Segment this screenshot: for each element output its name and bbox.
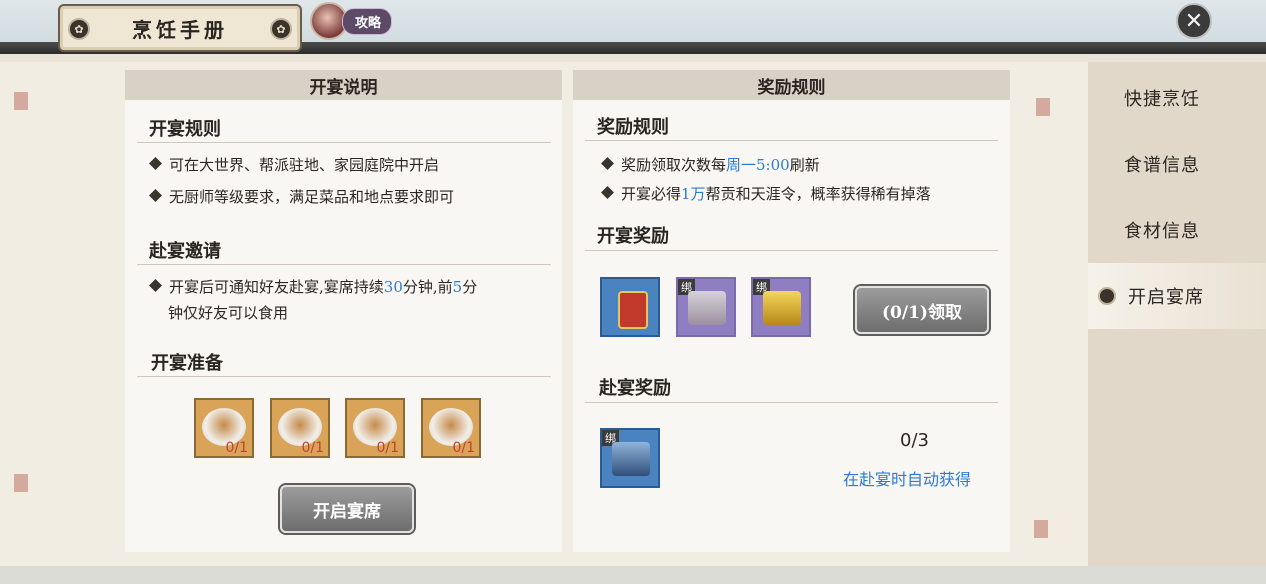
reward-item-guest-chest[interactable]: 绑 <box>600 428 660 488</box>
invite-bullet: 开宴后可通知好友赴宴,宴席持续30分钟,前5分 <box>149 276 478 297</box>
divider <box>585 140 998 141</box>
bullet-icon <box>149 189 162 202</box>
sidebar-item-banquet[interactable]: 开启宴席 <box>1088 263 1266 329</box>
dish-count: 0/1 <box>301 440 324 456</box>
sidebar-item-label: 开启宴席 <box>1128 287 1204 308</box>
dish-slot[interactable]: 0/1 <box>270 398 330 458</box>
chest-icon <box>612 442 650 476</box>
guide-button[interactable]: 攻略 <box>310 2 393 40</box>
close-icon[interactable]: ✕ <box>1176 3 1212 39</box>
gold-chest-icon <box>763 291 801 325</box>
invite-text: 分钟,前 <box>402 278 453 296</box>
page-title: 烹饪手册 <box>132 17 228 42</box>
reward-item-token[interactable] <box>600 277 660 337</box>
bullet-icon <box>601 157 614 170</box>
invite-friend-minutes: 5 <box>452 278 463 296</box>
auto-obtain-text: 在赴宴时自动获得 <box>843 470 972 489</box>
bullet-icon <box>149 279 162 292</box>
chest-icon <box>688 291 726 325</box>
banquet-info-panel: 开宴说明 开宴规则 可在大世界、帮派驻地、家园庭院中开启 无厨师等级要求，满足菜… <box>125 70 562 552</box>
panel-header: 开宴说明 <box>125 70 562 100</box>
bullet-icon <box>149 157 162 170</box>
reward-item-chest[interactable]: 绑 <box>676 277 736 337</box>
rule-bullet: 无厨师等级要求，满足菜品和地点要求即可 <box>149 186 455 207</box>
seal-stamp <box>1036 98 1050 116</box>
guest-reward-count: 0/3 <box>900 430 929 451</box>
divider <box>585 250 998 251</box>
active-dot-icon <box>1098 287 1116 305</box>
reward-rule-text: 奖励领取次数每 <box>621 156 727 174</box>
dish-count: 0/1 <box>376 440 399 456</box>
start-banquet-button[interactable]: 开启宴席 <box>280 485 414 533</box>
invite-text: 分 <box>462 278 478 296</box>
guide-label: 攻略 <box>342 7 393 35</box>
divider <box>137 376 551 377</box>
dish-slot[interactable]: 0/1 <box>421 398 481 458</box>
claim-reward-button[interactable]: (0/1)领取 <box>855 286 989 334</box>
title-plate: ✿ 烹饪手册 ✿ <box>58 4 302 52</box>
dish-count: 0/1 <box>225 440 248 456</box>
panel-header: 奖励规则 <box>573 70 1010 100</box>
section-title: 开宴奖励 <box>597 226 669 247</box>
rule-text: 可在大世界、帮派驻地、家园庭院中开启 <box>169 156 440 174</box>
section-title: 开宴准备 <box>151 353 223 374</box>
token-icon <box>618 291 648 329</box>
reward-rule-bullet: 开宴必得1万帮贡和天涯令，概率获得稀有掉落 <box>601 183 931 204</box>
contribution-amount: 1万 <box>681 185 706 203</box>
reward-rule-text: 开宴必得 <box>621 185 682 203</box>
dish-slot[interactable]: 0/1 <box>194 398 254 458</box>
reward-rules-panel: 奖励规则 奖励规则 奖励领取次数每周一5:00刷新 开宴必得1万帮贡和天涯令，概… <box>573 70 1010 552</box>
dish-count: 0/1 <box>452 440 475 456</box>
ornament-icon: ✿ <box>270 18 292 40</box>
reward-item-gold-chest[interactable]: 绑 <box>751 277 811 337</box>
reward-rule-bullet: 奖励领取次数每周一5:00刷新 <box>601 154 820 175</box>
invite-text: 钟仅好友可以食用 <box>168 304 289 322</box>
sidebar-item-quick-cook[interactable]: 快捷烹饪 <box>1088 65 1266 131</box>
bullet-icon <box>601 186 614 199</box>
dish-slot[interactable]: 0/1 <box>345 398 405 458</box>
divider <box>137 264 551 265</box>
section-title: 开宴规则 <box>149 119 221 140</box>
section-title: 奖励规则 <box>597 117 669 138</box>
invite-text: 开宴后可通知好友赴宴,宴席持续 <box>169 278 384 296</box>
divider <box>585 402 998 403</box>
seal-stamp <box>14 92 28 110</box>
sidebar-item-label: 食材信息 <box>1124 221 1200 242</box>
sidebar-item-recipes[interactable]: 食谱信息 <box>1088 131 1266 197</box>
divider <box>137 142 551 143</box>
section-title: 赴宴奖励 <box>599 378 671 399</box>
sidebar-item-label: 快捷烹饪 <box>1124 89 1200 110</box>
seal-stamp <box>1034 520 1048 538</box>
rule-bullet: 可在大世界、帮派驻地、家园庭院中开启 <box>149 154 440 175</box>
sidebar-item-ingredients[interactable]: 食材信息 <box>1088 197 1266 263</box>
section-title: 赴宴邀请 <box>149 241 221 262</box>
seal-stamp <box>14 474 28 492</box>
reward-rule-text: 帮贡和天涯令，概率获得稀有掉落 <box>705 185 931 203</box>
bottom-strip <box>0 566 1266 584</box>
rule-text: 无厨师等级要求，满足菜品和地点要求即可 <box>169 188 455 206</box>
refresh-time: 周一5:00 <box>726 156 790 174</box>
sidebar-item-label: 食谱信息 <box>1124 155 1200 176</box>
ornament-icon: ✿ <box>68 18 90 40</box>
sidebar: 快捷烹饪 食谱信息 食材信息 开启宴席 <box>1088 62 1266 566</box>
invite-duration: 30 <box>383 278 403 296</box>
reward-rule-text: 刷新 <box>789 156 820 174</box>
